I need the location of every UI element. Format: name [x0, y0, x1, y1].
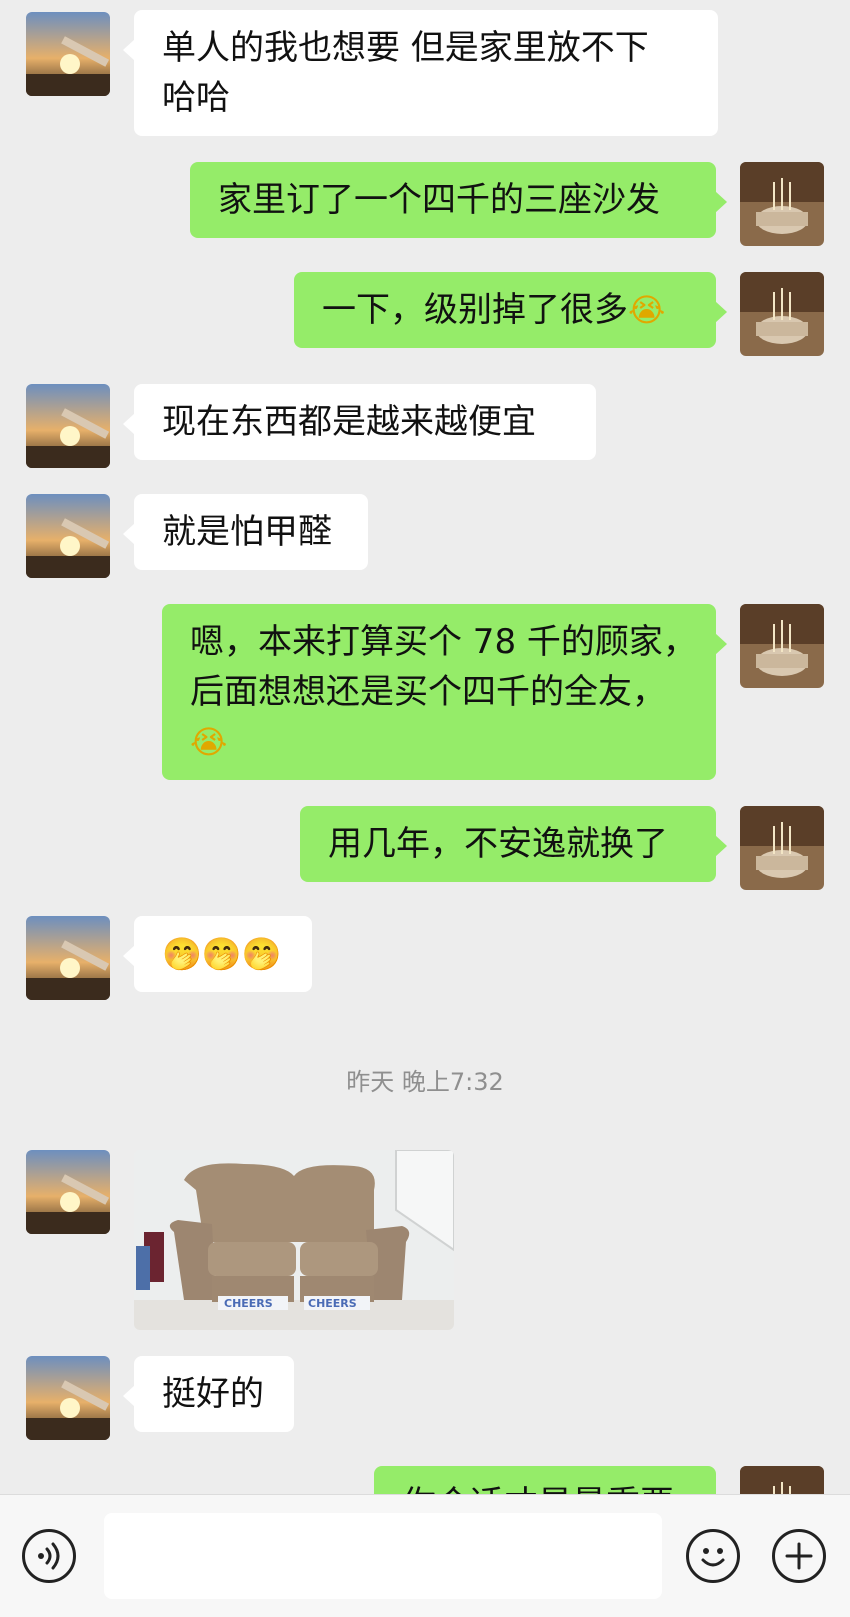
chat-area: 单人的我也想要 但是家里放不下 哈哈 家里订了一个四千的三座沙发 一下，级别掉了…	[0, 0, 850, 1494]
message-text: 嗯，本来打算买个 78 千的顾家，	[190, 622, 697, 662]
contact-avatar[interactable]	[26, 494, 110, 578]
contact-avatar[interactable]	[26, 1356, 110, 1440]
contact-avatar[interactable]	[26, 916, 110, 1000]
image-label: CHEERS	[308, 1297, 357, 1310]
message-text: 用几年，不安逸就换了	[328, 824, 668, 864]
sofa-photo[interactable]: CHEERS CHEERS	[134, 1150, 454, 1330]
message-text: 挺好的	[162, 1374, 264, 1414]
crying-laughing-emoji-icon: 😭	[190, 723, 228, 761]
message-text: 就是怕甲醛	[162, 512, 332, 552]
emoji-button[interactable]	[686, 1529, 740, 1583]
message-text: 单人的我也想要 但是家里放不下	[162, 28, 649, 68]
my-avatar[interactable]	[740, 604, 824, 688]
add-icon	[785, 1542, 813, 1570]
input-bar	[0, 1494, 850, 1617]
message-text: 你合适才是最重要	[402, 1479, 688, 1494]
message-bubble[interactable]: 家里订了一个四千的三座沙发	[190, 162, 727, 238]
message-text: 家里订了一个四千的三座沙发	[218, 180, 660, 220]
my-avatar[interactable]	[740, 162, 824, 246]
message-bubble[interactable]: 就是怕甲醛	[123, 494, 368, 570]
emoji-icon	[701, 1548, 725, 1567]
my-avatar[interactable]	[740, 272, 824, 356]
contact-avatar[interactable]	[26, 12, 110, 96]
message-text: 后面想想还是买个四千的全友，	[190, 672, 666, 712]
crying-laughing-emoji-icon: 😭	[628, 291, 666, 329]
message-bubble[interactable]: 嗯，本来打算买个 78 千的顾家， 后面想想还是买个四千的全友， 😭	[162, 604, 727, 780]
hand-over-mouth-emoji-icon: 🤭🤭🤭	[162, 935, 282, 973]
message-text: 一下，级别掉了很多	[322, 290, 628, 330]
my-avatar[interactable]	[740, 1466, 824, 1494]
add-button[interactable]	[772, 1529, 826, 1583]
contact-avatar[interactable]	[26, 1150, 110, 1234]
voice-icon	[38, 1542, 60, 1570]
message-bubble[interactable]: 单人的我也想要 但是家里放不下 哈哈	[123, 10, 718, 136]
message-bubble[interactable]: 用几年，不安逸就换了	[300, 806, 727, 882]
message-bubble[interactable]: 🤭🤭🤭	[123, 916, 312, 992]
message-bubble[interactable]: 一下，级别掉了很多😭	[294, 272, 727, 348]
message-text: 哈哈	[162, 78, 230, 118]
message-input[interactable]	[104, 1513, 662, 1599]
message-bubble[interactable]: 挺好的	[123, 1356, 294, 1432]
message-bubble[interactable]: 你合适才是最重要	[374, 1466, 716, 1494]
my-avatar[interactable]	[740, 806, 824, 890]
timestamp: 昨天 晚上7:32	[346, 1068, 504, 1096]
voice-button[interactable]	[22, 1529, 76, 1583]
message-text: 现在东西都是越来越便宜	[162, 402, 536, 442]
image-label: CHEERS	[224, 1297, 273, 1310]
contact-avatar[interactable]	[26, 384, 110, 468]
message-bubble[interactable]: 现在东西都是越来越便宜	[123, 384, 596, 460]
